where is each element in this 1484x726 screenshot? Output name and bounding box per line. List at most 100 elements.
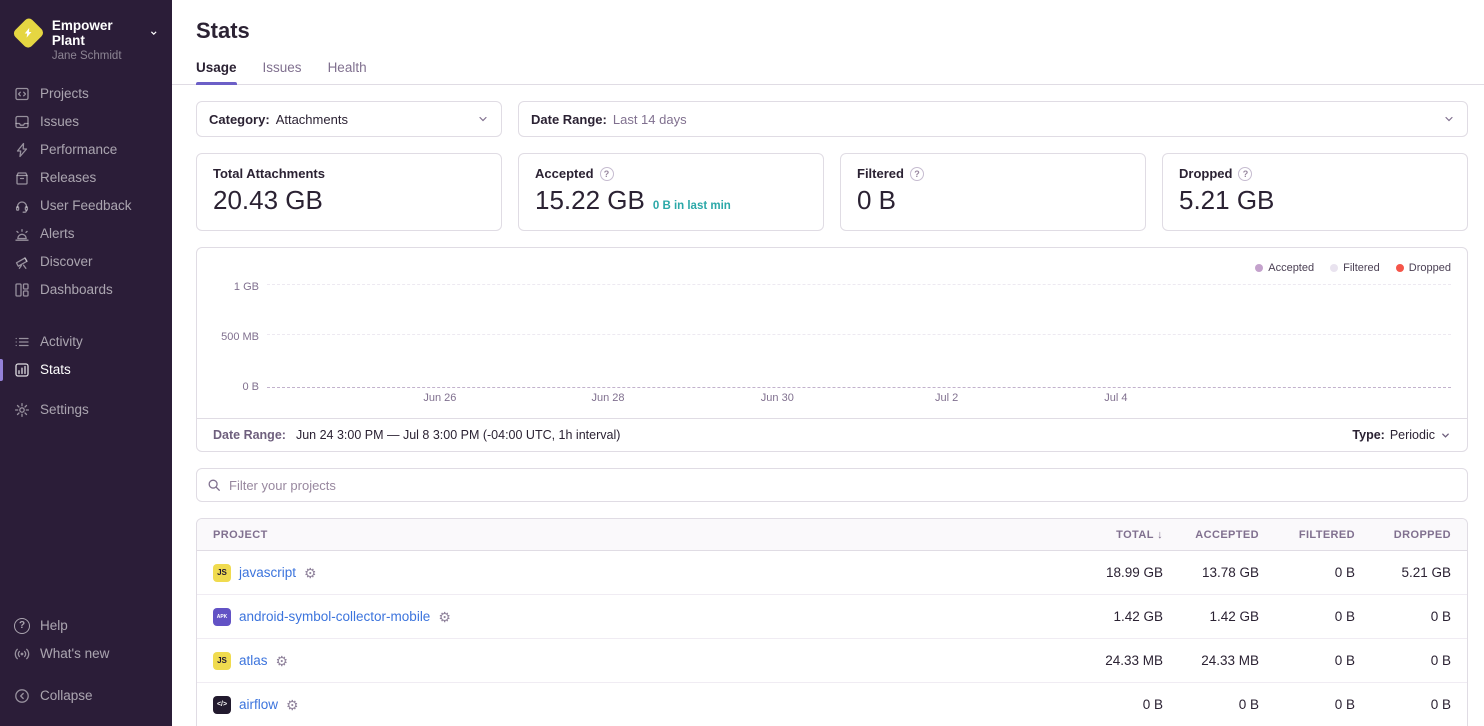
main-content: Stats Usage Issues Health Category: Atta…	[172, 0, 1484, 726]
legend-item-filtered[interactable]: Filtered	[1330, 262, 1380, 274]
dashboards-icon	[14, 282, 30, 298]
accepted-dot-icon	[1255, 264, 1263, 272]
stats-icon	[14, 362, 30, 378]
org-switcher[interactable]: Empower Plant Jane Schmidt	[0, 14, 172, 80]
dropped-dot-icon	[1396, 264, 1404, 272]
project-settings-icon[interactable]: ⚙	[304, 566, 317, 580]
chevron-down-icon	[149, 28, 159, 38]
org-user: Jane Schmidt	[52, 50, 158, 62]
search-icon	[207, 478, 221, 492]
sidebar-item-stats[interactable]: Stats	[0, 356, 172, 384]
chevron-down-icon	[1443, 113, 1455, 125]
legend-item-dropped[interactable]: Dropped	[1396, 262, 1451, 274]
sidebar-item-alerts[interactable]: Alerts	[0, 220, 172, 248]
chart-date-range: Jun 24 3:00 PM — Jul 8 3:00 PM (-04:00 U…	[296, 428, 620, 442]
chart-footer: Date Range: Jun 24 3:00 PM — Jul 8 3:00 …	[197, 418, 1467, 451]
chart-type-select[interactable]: Type: Periodic	[1352, 428, 1451, 442]
category-select[interactable]: Category: Attachments	[196, 101, 502, 137]
chart-bars	[267, 284, 1451, 387]
card-total-attachments: Total Attachments 20.43 GB	[196, 153, 502, 231]
chevron-down-icon	[477, 113, 489, 125]
table-row: </> airflow ⚙ 0 B 0 B 0 B 0 B	[197, 683, 1467, 726]
card-dropped: Dropped ? 5.21 GB	[1162, 153, 1468, 231]
page-header: Stats Usage Issues Health	[172, 0, 1484, 85]
project-filter	[196, 468, 1468, 502]
sidebar-item-dashboards[interactable]: Dashboards	[0, 276, 172, 304]
sidebar-item-user-feedback[interactable]: User Feedback	[0, 192, 172, 220]
collapse-icon	[14, 688, 30, 704]
project-link[interactable]: android-symbol-collector-mobile	[239, 609, 430, 624]
tab-bar: Usage Issues Health	[196, 60, 1468, 84]
sidebar-item-settings[interactable]: Settings	[0, 396, 172, 424]
sort-total[interactable]: TOTAL ↓	[1067, 529, 1163, 541]
usage-chart: 1 GB 500 MB 0 B Jun 26Jun 28Jun 30Jul 2J…	[213, 284, 1451, 410]
performance-icon	[14, 142, 30, 158]
projects-icon	[14, 86, 30, 102]
sidebar-item-whats-new[interactable]: What's new	[0, 640, 172, 668]
stat-cards: Total Attachments 20.43 GB Accepted ? 15…	[196, 153, 1468, 231]
project-filter-input[interactable]	[229, 478, 1457, 493]
accepted-value: 15.22 GB	[535, 185, 645, 216]
tab-health[interactable]: Health	[328, 60, 367, 84]
help-tooltip-icon[interactable]: ?	[600, 167, 614, 181]
tab-usage[interactable]: Usage	[196, 60, 237, 84]
projects-table: PROJECT TOTAL ↓ ACCEPTED FILTERED DROPPE…	[196, 518, 1468, 726]
sidebar-item-projects[interactable]: Projects	[0, 80, 172, 108]
x-axis-label: Jul 4	[1104, 392, 1127, 404]
project-settings-icon[interactable]: ⚙	[286, 698, 299, 712]
chart-legend: Accepted Filtered Dropped	[213, 258, 1451, 284]
x-axis: Jun 26Jun 28Jun 30Jul 2Jul 4	[267, 392, 1451, 410]
chevron-down-icon	[1440, 430, 1451, 441]
discover-icon	[14, 254, 30, 270]
project-link[interactable]: airflow	[239, 697, 278, 712]
chart-plot	[267, 284, 1451, 388]
table-row: JS atlas ⚙ 24.33 MB 24.33 MB 0 B 0 B	[197, 639, 1467, 683]
tab-issues[interactable]: Issues	[263, 60, 302, 84]
sidebar: Empower Plant Jane Schmidt Projects Issu…	[0, 0, 172, 726]
app-root: Empower Plant Jane Schmidt Projects Issu…	[0, 0, 1484, 726]
releases-icon	[14, 170, 30, 186]
broadcast-icon	[14, 646, 30, 662]
platform-javascript-icon: JS	[213, 564, 231, 582]
platform-javascript-icon: JS	[213, 652, 231, 670]
sidebar-item-help[interactable]: ? Help	[0, 612, 172, 640]
project-link[interactable]: atlas	[239, 653, 268, 668]
x-axis-label: Jul 2	[935, 392, 958, 404]
accepted-last-min: 0 B in last min	[653, 200, 731, 212]
platform-code-icon: </>	[213, 696, 231, 714]
y-axis: 1 GB 500 MB 0 B	[213, 284, 267, 388]
help-icon: ?	[14, 618, 30, 634]
project-settings-icon[interactable]: ⚙	[438, 610, 451, 624]
alerts-icon	[14, 226, 30, 242]
table-row: JS javascript ⚙ 18.99 GB 13.78 GB 0 B 5.…	[197, 551, 1467, 595]
sidebar-item-activity[interactable]: Activity	[0, 328, 172, 356]
table-row: APK android-symbol-collector-mobile ⚙ 1.…	[197, 595, 1467, 639]
help-tooltip-icon[interactable]: ?	[1238, 167, 1252, 181]
x-axis-label: Jun 30	[761, 392, 794, 404]
card-accepted: Accepted ? 15.22 GB 0 B in last min	[518, 153, 824, 231]
total-value: 20.43 GB	[213, 185, 485, 216]
sidebar-item-issues[interactable]: Issues	[0, 108, 172, 136]
filters-row: Category: Attachments Date Range: Last 1…	[196, 101, 1468, 137]
help-tooltip-icon[interactable]: ?	[910, 167, 924, 181]
user-feedback-icon	[14, 198, 30, 214]
legend-item-accepted[interactable]: Accepted	[1255, 262, 1314, 274]
filtered-dot-icon	[1330, 264, 1338, 272]
table-header: PROJECT TOTAL ↓ ACCEPTED FILTERED DROPPE…	[197, 519, 1467, 551]
sidebar-divider	[0, 304, 172, 328]
sidebar-item-performance[interactable]: Performance	[0, 136, 172, 164]
activity-icon	[14, 334, 30, 350]
project-link[interactable]: javascript	[239, 565, 296, 580]
sidebar-item-discover[interactable]: Discover	[0, 248, 172, 276]
issues-icon	[14, 114, 30, 130]
sidebar-item-collapse[interactable]: Collapse	[0, 682, 172, 710]
sentry-logo-icon	[12, 16, 45, 49]
platform-android-icon: APK	[213, 608, 231, 626]
card-filtered: Filtered ? 0 B	[840, 153, 1146, 231]
filtered-value: 0 B	[857, 185, 1129, 216]
x-axis-label: Jun 28	[591, 392, 624, 404]
date-range-select[interactable]: Date Range: Last 14 days	[518, 101, 1468, 137]
dropped-value: 5.21 GB	[1179, 185, 1451, 216]
sidebar-item-releases[interactable]: Releases	[0, 164, 172, 192]
project-settings-icon[interactable]: ⚙	[276, 654, 289, 668]
